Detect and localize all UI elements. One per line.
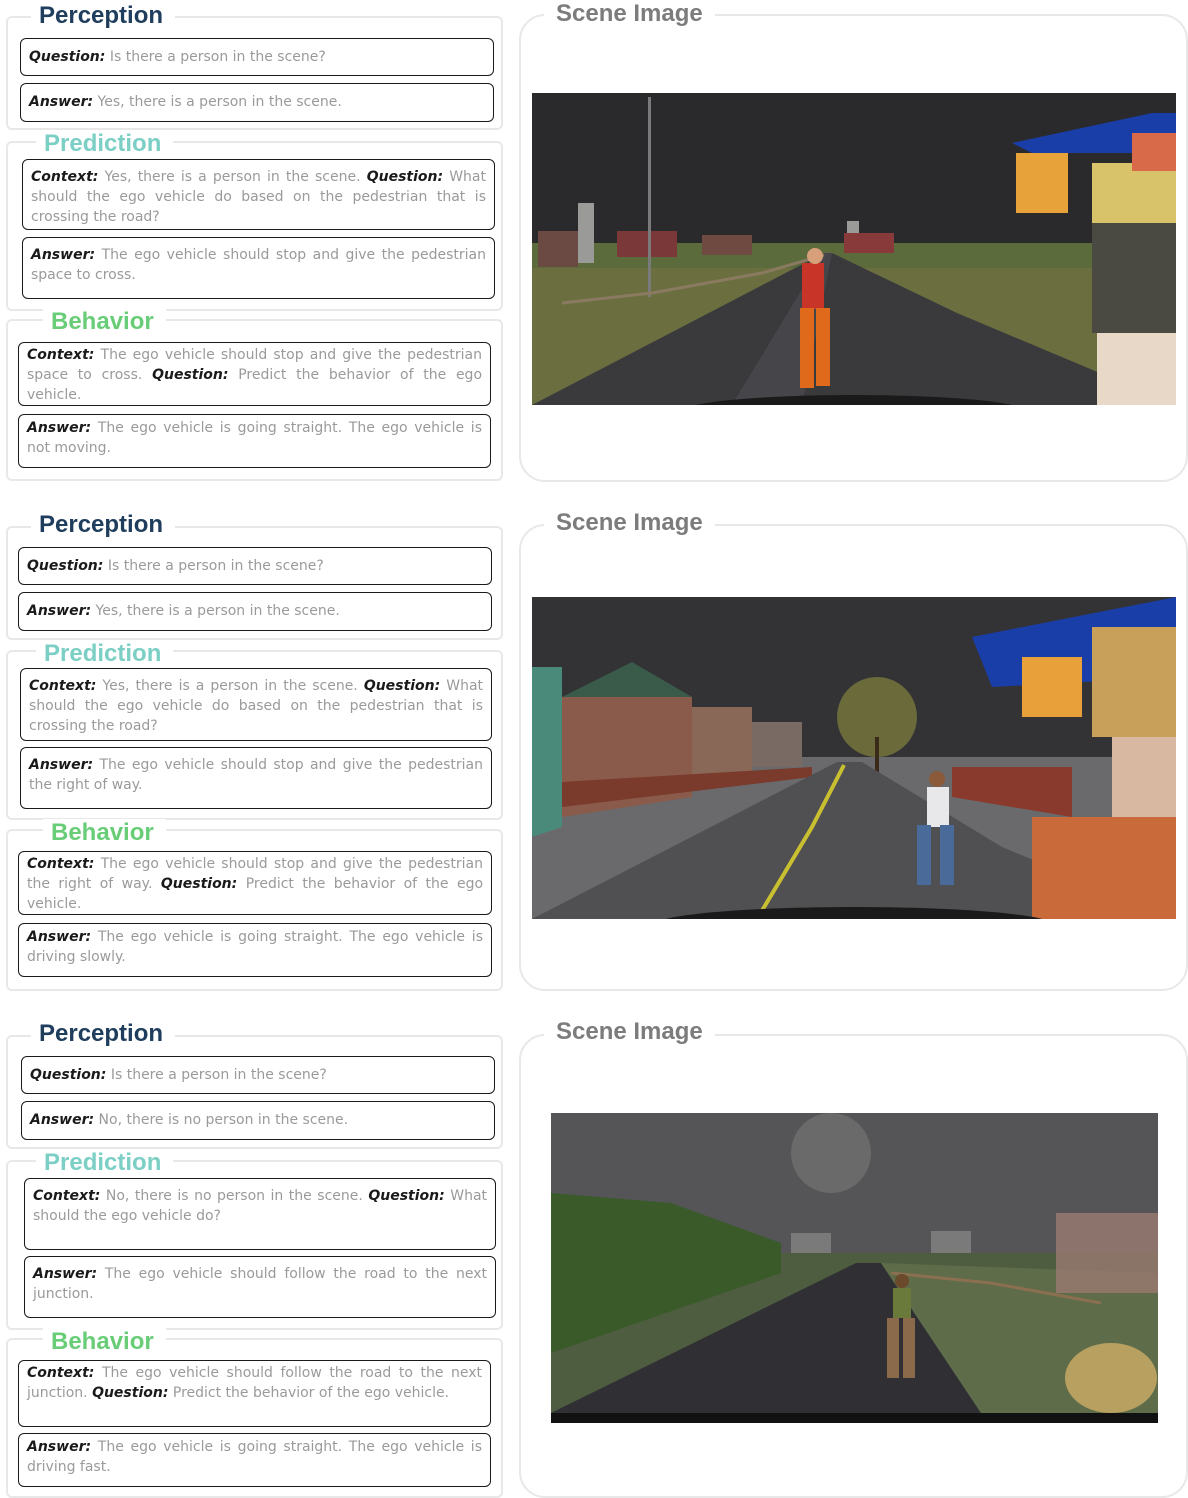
behavior-title: Behavior xyxy=(43,1328,166,1356)
prediction-answer-box: Answer: The ego vehicle should follow th… xyxy=(24,1256,496,1318)
behavior-context-box: Context: The ego vehicle should stop and… xyxy=(18,851,492,915)
question-text: Is there a person in the scene? xyxy=(110,1067,327,1083)
answer-text: The ego vehicle is going straight. The e… xyxy=(27,929,483,965)
answer-text: The ego vehicle should stop and give the… xyxy=(31,247,486,283)
behavior-title: Behavior xyxy=(43,308,166,336)
answer-text: The ego vehicle is going straight. The e… xyxy=(27,420,482,456)
perception-answer-box: Answer: Yes, there is a person in the sc… xyxy=(18,592,492,631)
question-label: Question: xyxy=(363,678,441,694)
context-text: Yes, there is a person in the scene. xyxy=(104,169,361,185)
context-label: Context: xyxy=(27,856,95,872)
answer-text: Yes, there is a person in the scene. xyxy=(95,603,340,619)
behavior-answer-box: Answer: The ego vehicle is going straigh… xyxy=(18,414,491,468)
answer-label: Answer: xyxy=(27,929,92,945)
scene-title: Scene Image xyxy=(544,0,715,28)
context-label: Context: xyxy=(33,1188,101,1204)
answer-text: Yes, there is a person in the scene. xyxy=(97,94,342,110)
perception-question-box: Question: Is there a person in the scene… xyxy=(18,547,492,585)
prediction-context-box: Context: No, there is no person in the s… xyxy=(24,1178,496,1250)
behavior-context-box: Context: The ego vehicle should follow t… xyxy=(18,1360,491,1427)
scene-image xyxy=(532,597,1176,919)
perception-answer-box: Answer: No, there is no person in the sc… xyxy=(21,1101,495,1140)
answer-label: Answer: xyxy=(31,247,96,263)
prediction-title: Prediction xyxy=(36,130,174,158)
prediction-context-box: Context: Yes, there is a person in the s… xyxy=(22,159,495,230)
behavior-title: Behavior xyxy=(43,819,166,847)
question-text: Predict the behavior of the ego vehicle. xyxy=(172,1385,450,1401)
behavior-answer-box: Answer: The ego vehicle is going straigh… xyxy=(18,1433,491,1487)
perception-question-box: Question: Is there a person in the scene… xyxy=(20,38,494,76)
question-label: Question: xyxy=(30,1067,107,1083)
question-label: Question: xyxy=(27,558,104,574)
answer-label: Answer: xyxy=(33,1266,98,1282)
answer-label: Answer: xyxy=(27,603,92,619)
scene-title: Scene Image xyxy=(544,509,715,537)
context-label: Context: xyxy=(27,1365,95,1381)
behavior-context-box: Context: The ego vehicle should stop and… xyxy=(18,342,491,406)
answer-label: Answer: xyxy=(27,1439,92,1455)
scene-title: Scene Image xyxy=(544,1018,715,1046)
answer-label: Answer: xyxy=(30,1112,95,1128)
scene-image xyxy=(551,1113,1158,1423)
answer-text: The ego vehicle should follow the road t… xyxy=(33,1266,487,1302)
answer-text: No, there is no person in the scene. xyxy=(98,1112,349,1128)
question-label: Question: xyxy=(160,876,238,892)
scene-image xyxy=(532,93,1176,405)
question-label: Question: xyxy=(92,1385,169,1401)
question-label: Question: xyxy=(152,367,229,383)
prediction-context-box: Context: Yes, there is a person in the s… xyxy=(20,668,492,741)
context-label: Context: xyxy=(27,347,95,363)
context-text: Yes, there is a person in the scene. xyxy=(102,678,358,694)
answer-label: Answer: xyxy=(29,94,94,110)
question-text: Is there a person in the scene? xyxy=(109,49,326,65)
answer-label: Answer: xyxy=(27,420,92,436)
prediction-title: Prediction xyxy=(36,640,174,668)
question-text: Is there a person in the scene? xyxy=(107,558,324,574)
perception-title: Perception xyxy=(31,2,176,30)
question-label: Question: xyxy=(368,1188,445,1204)
answer-label: Answer: xyxy=(29,757,94,773)
context-text: No, there is no person in the scene. xyxy=(105,1188,363,1204)
context-label: Context: xyxy=(29,678,97,694)
prediction-title: Prediction xyxy=(36,1149,174,1177)
answer-text: The ego vehicle should stop and give the… xyxy=(29,757,483,793)
behavior-answer-box: Answer: The ego vehicle is going straigh… xyxy=(18,923,492,977)
answer-text: The ego vehicle is going straight. The e… xyxy=(27,1439,482,1475)
context-label: Context: xyxy=(31,169,99,185)
perception-answer-box: Answer: Yes, there is a person in the sc… xyxy=(20,83,494,122)
perception-title: Perception xyxy=(31,511,176,539)
prediction-answer-box: Answer: The ego vehicle should stop and … xyxy=(20,747,492,809)
question-label: Question: xyxy=(366,169,444,185)
question-label: Question: xyxy=(29,49,106,65)
perception-question-box: Question: Is there a person in the scene… xyxy=(21,1056,495,1094)
perception-title: Perception xyxy=(31,1020,176,1048)
prediction-answer-box: Answer: The ego vehicle should stop and … xyxy=(22,237,495,299)
